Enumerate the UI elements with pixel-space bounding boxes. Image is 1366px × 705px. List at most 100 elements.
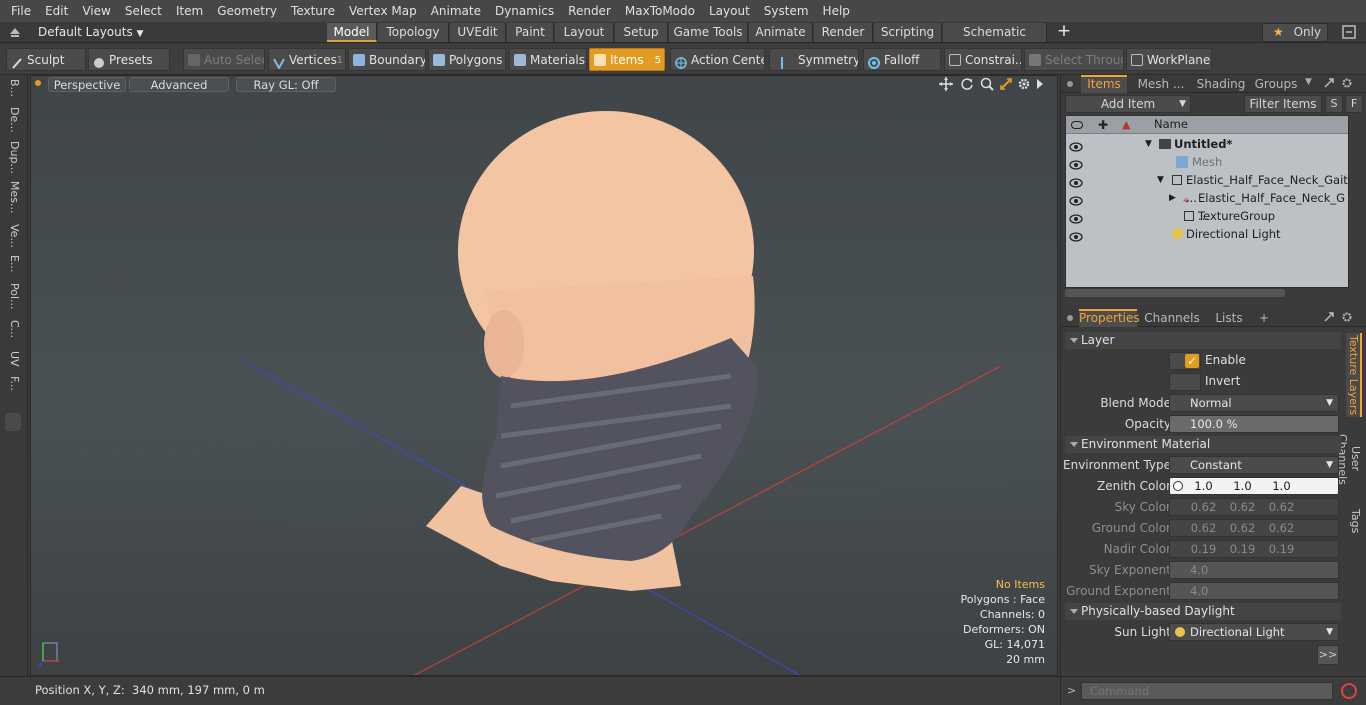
eye-icon[interactable]	[1069, 175, 1083, 188]
tab-setup[interactable]: Setup	[615, 23, 668, 42]
add-properties-tab-button[interactable]: +	[1257, 309, 1271, 327]
rotate-view-icon[interactable]	[960, 77, 974, 91]
properties-popout-icon[interactable]	[1323, 311, 1335, 323]
panel-popout-icon[interactable]	[1323, 77, 1335, 89]
item-list-scrollbar[interactable]	[1065, 289, 1285, 297]
auto-select-button[interactable]: Auto Select	[183, 48, 265, 71]
s-button[interactable]: S	[1325, 95, 1343, 113]
menu-select[interactable]: Select	[118, 0, 169, 22]
tab-schematic-fusion[interactable]: Schematic Fusion	[943, 23, 1047, 58]
menu-help[interactable]: Help	[816, 0, 857, 22]
tab-paint[interactable]: Paint	[507, 23, 554, 42]
viewport-expand-icon[interactable]	[1035, 78, 1045, 90]
zenith-b[interactable]: 1.0	[1262, 477, 1301, 495]
ground-r[interactable]: 0.62	[1184, 519, 1223, 537]
strip-tab-fusion[interactable]: F...	[5, 376, 21, 391]
more-button[interactable]: >>	[1317, 645, 1339, 665]
select-through-button[interactable]: Select Through	[1024, 48, 1124, 71]
viewport-gear-icon[interactable]	[1017, 77, 1031, 91]
tab-lists[interactable]: Lists	[1209, 309, 1249, 327]
record-icon[interactable]	[1341, 683, 1357, 699]
tree-row-scene[interactable]: ▼ Untitled*	[1066, 135, 1346, 153]
tabs-dropdown-icon[interactable]: ▼	[1305, 77, 1312, 87]
eye-icon[interactable]	[1069, 229, 1083, 242]
strip-tab-basic[interactable]: B...	[5, 79, 21, 97]
strip-tab-deform[interactable]: De...	[5, 107, 21, 133]
nadir-color-field[interactable]: 0.19 0.19 0.19	[1169, 540, 1339, 558]
eye-icon[interactable]	[1069, 193, 1083, 206]
nadir-r[interactable]: 0.19	[1184, 540, 1223, 558]
environment-section[interactable]: Environment Material	[1065, 436, 1341, 453]
menu-texture[interactable]: Texture	[284, 0, 342, 22]
tab-scripting[interactable]: Scripting	[874, 23, 942, 42]
invert-checkbox[interactable]	[1169, 373, 1201, 391]
tab-mesh[interactable]: Mesh ...	[1133, 75, 1189, 93]
raygl-toggle[interactable]: Ray GL: Off	[236, 77, 336, 92]
items-panel-menu-icon[interactable]	[1067, 81, 1073, 87]
move-view-icon[interactable]	[939, 77, 953, 91]
sky-g[interactable]: 0.62	[1223, 498, 1262, 516]
eye-icon[interactable]	[1069, 211, 1083, 224]
ground-b[interactable]: 0.62	[1262, 519, 1301, 537]
layer-section[interactable]: Layer	[1065, 332, 1341, 349]
expand-arrow-icon[interactable]: ▼	[1157, 171, 1164, 189]
sky-b[interactable]: 0.62	[1262, 498, 1301, 516]
name-column-header[interactable]: Name	[1154, 117, 1188, 131]
tab-groups[interactable]: Groups	[1253, 75, 1299, 93]
eye-icon[interactable]	[1069, 139, 1083, 152]
tab-layout[interactable]: Layout	[555, 23, 614, 42]
menu-item[interactable]: Item	[169, 0, 210, 22]
add-item-button[interactable]: Add Item ▼	[1065, 95, 1191, 113]
zoom-view-icon[interactable]	[980, 77, 994, 91]
layout-up-icon[interactable]	[9, 26, 21, 38]
zenith-g[interactable]: 1.0	[1223, 477, 1262, 495]
symmetry-button[interactable]: Symmetry	[769, 48, 859, 71]
menu-vertex-map[interactable]: Vertex Map	[342, 0, 424, 22]
strip-tab-polygon[interactable]: Pol...	[5, 283, 21, 310]
tab-animate[interactable]: Animate	[749, 23, 813, 42]
panel-gear-icon[interactable]	[1341, 77, 1353, 89]
strip-tab-mesh-edit[interactable]: Mes...	[5, 181, 21, 213]
strip-tab-curve[interactable]: C...	[5, 320, 21, 338]
fit-view-icon[interactable]	[999, 77, 1013, 91]
strip-tab-edge[interactable]: E...	[5, 255, 21, 272]
tree-row-mesh[interactable]: Mesh	[1066, 153, 1346, 171]
falloff-button[interactable]: Falloff	[863, 48, 941, 71]
strip-tab-uv[interactable]: UV	[5, 351, 21, 367]
tab-topology[interactable]: Topology	[378, 23, 449, 42]
expand-arrow-icon[interactable]: ▼	[1145, 135, 1152, 153]
presets-button[interactable]: Presets	[88, 48, 170, 71]
menu-animate[interactable]: Animate	[424, 0, 488, 22]
sky-r[interactable]: 0.62	[1184, 498, 1223, 516]
constraints-button[interactable]: Constrai...	[944, 48, 1022, 71]
menu-file[interactable]: File	[4, 0, 38, 22]
menu-edit[interactable]: Edit	[38, 0, 75, 22]
tab-game-tools[interactable]: Game Tools	[669, 23, 748, 42]
viewport-menu-icon[interactable]	[35, 80, 41, 86]
zenith-color-field[interactable]: 1.0 1.0 1.0	[1169, 477, 1339, 495]
shading-dropdown[interactable]: Advanced	[129, 77, 229, 92]
environment-type-dropdown[interactable]: Constant ▼	[1169, 456, 1339, 474]
tab-uvedit[interactable]: UVEdit	[450, 23, 506, 42]
filter-items-button[interactable]: Filter Items	[1244, 95, 1322, 113]
menu-geometry[interactable]: Geometry	[210, 0, 284, 22]
menu-view[interactable]: View	[75, 0, 117, 22]
daylight-section[interactable]: Physically-based Daylight	[1065, 603, 1341, 620]
strip-tab-vertex[interactable]: Ve...	[5, 224, 21, 248]
tree-row-group[interactable]: ▼ Elastic_Half_Face_Neck_Gait ...	[1066, 171, 1348, 205]
action-center-button[interactable]: Action Center	[670, 48, 765, 71]
strip-tab-duplicate[interactable]: Dup...	[5, 141, 21, 174]
side-tab-texture-layers[interactable]: Texture Layers	[1346, 333, 1362, 417]
menu-render[interactable]: Render	[561, 0, 618, 22]
items-button[interactable]: Items 5	[589, 48, 665, 71]
side-tab-tags[interactable]: Tags	[1346, 503, 1362, 539]
tree-row-locator[interactable]: ▶ ⌖ Elastic_Half_Face_Neck_G ...	[1066, 189, 1346, 223]
opacity-slider[interactable]: 100.0 %	[1169, 415, 1339, 433]
tab-properties[interactable]: Properties	[1079, 309, 1140, 327]
tree-row-texturegroup[interactable]: TextureGroup	[1066, 207, 1346, 225]
f-button[interactable]: F	[1345, 95, 1363, 113]
enable-checkbox[interactable]: ✓	[1169, 352, 1201, 370]
tab-items[interactable]: Items	[1081, 75, 1127, 93]
only-toggle[interactable]: ★ Only	[1262, 23, 1328, 42]
properties-menu-icon[interactable]	[1067, 315, 1073, 321]
